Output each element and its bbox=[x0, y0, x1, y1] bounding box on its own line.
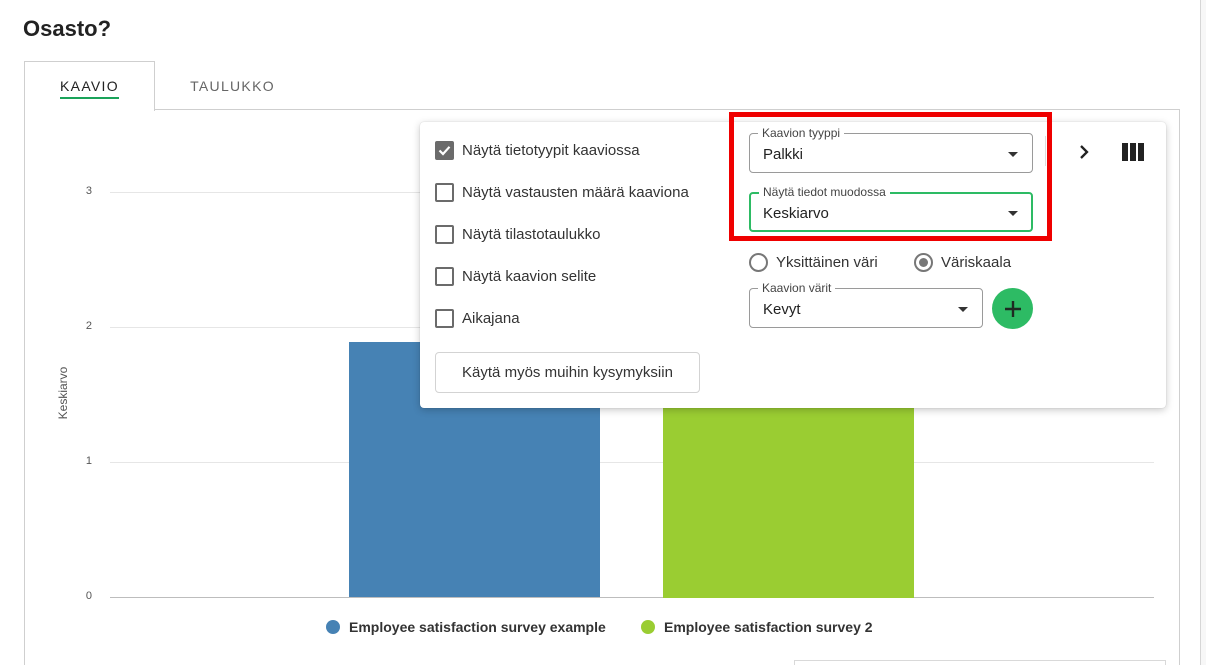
radio-label: Yksittäinen väri bbox=[776, 254, 878, 271]
legend-item-series-2[interactable]: Employee satisfaction survey 2 bbox=[641, 618, 873, 636]
checkbox-box[interactable] bbox=[435, 183, 454, 202]
radio-button[interactable] bbox=[914, 253, 933, 272]
radio-label: Väriskaala bbox=[941, 254, 1012, 271]
legend-label: Employee satisfaction survey 2 bbox=[664, 619, 873, 635]
chart-type-label: Kaavion tyyppi bbox=[758, 126, 845, 140]
next-button[interactable] bbox=[1072, 140, 1096, 164]
chart-colors-select[interactable]: Kaavion värit Kevyt bbox=[749, 281, 983, 328]
secondary-panel-edge bbox=[794, 660, 1166, 665]
checkbox-label: Aikajana bbox=[462, 310, 520, 327]
tab-kaavio-label: KAAVIO bbox=[60, 78, 119, 99]
checkbox-show-data-types[interactable]: Näytä tietotyypit kaaviossa bbox=[435, 141, 640, 160]
radio-color-scale[interactable]: Väriskaala bbox=[914, 253, 1011, 272]
chart-options-popup: Näytä tietotyypit kaaviossa Näytä vastau… bbox=[420, 122, 1166, 408]
checkbox-show-legend[interactable]: Näytä kaavion selite bbox=[435, 267, 596, 286]
checkbox-box[interactable] bbox=[435, 141, 454, 160]
tab-kaavio[interactable]: KAAVIO bbox=[24, 61, 155, 111]
checkbox-label: Näytä vastausten määrä kaaviona bbox=[462, 184, 689, 201]
checkbox-box[interactable] bbox=[435, 309, 454, 328]
display-as-value: Keskiarvo bbox=[763, 205, 829, 222]
toolbar-divider bbox=[1045, 136, 1046, 166]
y-tick-label: 1 bbox=[85, 455, 92, 467]
legend-marker bbox=[326, 620, 340, 634]
legend-item-series-1[interactable]: Employee satisfaction survey example bbox=[326, 618, 606, 636]
chevron-right-icon bbox=[1080, 145, 1089, 159]
checkbox-label: Näytä tietotyypit kaaviossa bbox=[462, 142, 640, 159]
y-tick-label: 3 bbox=[85, 185, 92, 197]
radio-single-color[interactable]: Yksittäinen väri bbox=[749, 253, 878, 272]
legend-label: Employee satisfaction survey example bbox=[349, 619, 606, 635]
x-axis-line bbox=[110, 597, 1154, 598]
checkbox-label: Näytä tilastotaulukko bbox=[462, 226, 601, 243]
columns-button[interactable] bbox=[1120, 140, 1146, 164]
bar-series-2[interactable] bbox=[663, 395, 914, 598]
chart-colors-label: Kaavion värit bbox=[758, 281, 836, 295]
checkbox-box[interactable] bbox=[435, 225, 454, 244]
radio-button[interactable] bbox=[749, 253, 768, 272]
check-icon bbox=[438, 146, 451, 156]
display-as-label: Näytä tiedot muodossa bbox=[759, 185, 890, 199]
columns-icon bbox=[1122, 143, 1144, 161]
chevron-down-icon bbox=[1008, 152, 1018, 157]
checkbox-box[interactable] bbox=[435, 267, 454, 286]
chevron-down-icon bbox=[1008, 211, 1018, 216]
checkbox-show-stats-table[interactable]: Näytä tilastotaulukko bbox=[435, 225, 600, 244]
chart-colors-value: Kevyt bbox=[763, 301, 801, 318]
plus-icon bbox=[1004, 300, 1021, 317]
display-as-select[interactable]: Näytä tiedot muodossa Keskiarvo bbox=[749, 185, 1033, 232]
checkbox-timeline[interactable]: Aikajana bbox=[435, 309, 520, 328]
page: Osasto? KAAVIO TAULUKKO Keskiarvo 0123 E… bbox=[0, 0, 1206, 665]
gridline bbox=[110, 462, 1154, 463]
y-tick-label: 2 bbox=[85, 320, 92, 332]
checkbox-label: Näytä kaavion selite bbox=[462, 268, 597, 285]
apply-to-other-questions-button[interactable]: Käytä myös muihin kysymyksiin bbox=[435, 352, 700, 393]
chevron-down-icon bbox=[958, 307, 968, 312]
y-axis-label: Keskiarvo bbox=[56, 366, 70, 420]
add-color-button[interactable] bbox=[992, 288, 1033, 329]
chart-type-value: Palkki bbox=[763, 146, 804, 163]
legend-marker bbox=[641, 620, 655, 634]
chart-type-select[interactable]: Kaavion tyyppi Palkki bbox=[749, 126, 1033, 173]
checkbox-show-response-count[interactable]: Näytä vastausten määrä kaaviona bbox=[435, 183, 689, 202]
y-tick-label: 0 bbox=[85, 590, 92, 602]
